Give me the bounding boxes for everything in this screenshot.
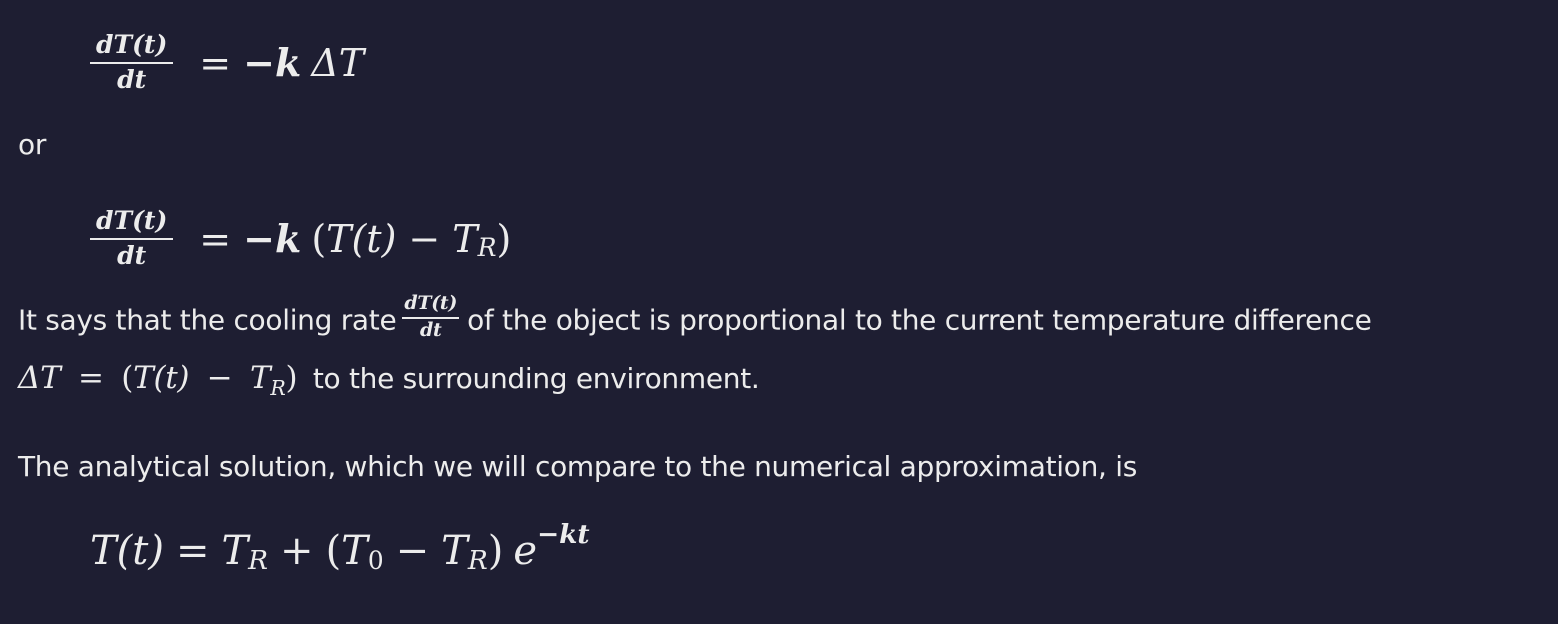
open-paren: ( (121, 360, 134, 396)
equals-sign: = (199, 216, 232, 261)
connector-text-or: or (18, 128, 47, 161)
equation-analytical-solution: T(t) = TR + ( T0 − TR ) e −kt (90, 519, 590, 576)
minus-k: −k (243, 216, 302, 262)
fraction-dt-dt: dT(t) dt (90, 206, 174, 271)
inline-fraction-dt-dt: dT(t) dt (402, 292, 460, 341)
minus-sign: − (395, 528, 430, 574)
inline-fraction-denominator: dt (419, 318, 442, 341)
equation-newton-cooling-delta: dT(t) dt = −k ΔT (90, 30, 365, 95)
paragraph-text-before: It says that the cooling rate (18, 303, 397, 337)
inline-math-delta-t-definition: ΔT = (T(t) − TR) (18, 360, 307, 400)
fraction-bar (90, 62, 174, 65)
equals-sign: = (199, 40, 232, 85)
close-paren: ) (487, 528, 504, 574)
t-r-subscript: R (248, 544, 269, 576)
fraction-denominator: dt (117, 65, 147, 95)
fraction-numerator: dT(t) (96, 30, 168, 59)
paragraph-analytical-solution: The analytical solution, which we will c… (18, 450, 1137, 483)
paragraph-cooling-rate-line1: It says that the cooling rate dT(t) dt o… (18, 293, 1372, 345)
minus-sign: − (206, 360, 233, 396)
exponent-minus-kt: −kt (537, 519, 590, 551)
minus-sign: − (408, 216, 441, 261)
exp-base-e: e (513, 528, 537, 574)
paragraph-cooling-rate-line2: ΔT = (T(t) − TR) to the surrounding envi… (18, 360, 760, 400)
t-of-t: T(t) (133, 360, 190, 396)
t-0-base: T (341, 528, 368, 574)
t-r-subscript: R (477, 233, 497, 263)
close-paren: ) (496, 216, 512, 261)
t-r-subscript: R (270, 376, 286, 401)
equals-sign: = (78, 360, 104, 396)
t-r-base: T (452, 216, 478, 261)
fraction-dt-dt: dT(t) dt (90, 30, 174, 95)
minus-k: −k (243, 40, 302, 86)
fraction-denominator: dt (117, 241, 147, 271)
fraction-bar (90, 238, 174, 241)
delta-t: ΔT (18, 360, 61, 396)
t-r-base: T (250, 360, 271, 396)
plus-sign: + (280, 528, 314, 574)
fraction-numerator: dT(t) (96, 206, 168, 235)
t-of-t: T(t) (326, 216, 397, 261)
inline-fraction-numerator: dT(t) (404, 292, 458, 314)
paragraph-text-rest: to the surrounding environment. (312, 362, 760, 395)
t-r2-base: T (441, 528, 468, 574)
open-paren: ( (325, 528, 342, 574)
open-paren: ( (311, 216, 327, 261)
delta-t: ΔT (311, 40, 365, 85)
equals-sign: = (175, 528, 210, 574)
paragraph-text-after: of the object is proportional to the cur… (467, 303, 1372, 337)
lhs-t-of-t: T(t) (90, 528, 164, 574)
equation-newton-cooling-expanded: dT(t) dt = −k ( T(t) − TR ) (90, 206, 512, 271)
close-paren: ) (285, 360, 298, 396)
t-r2-subscript: R (467, 544, 488, 576)
t-r-base: T (221, 528, 249, 574)
t-0-subscript: 0 (367, 545, 384, 575)
